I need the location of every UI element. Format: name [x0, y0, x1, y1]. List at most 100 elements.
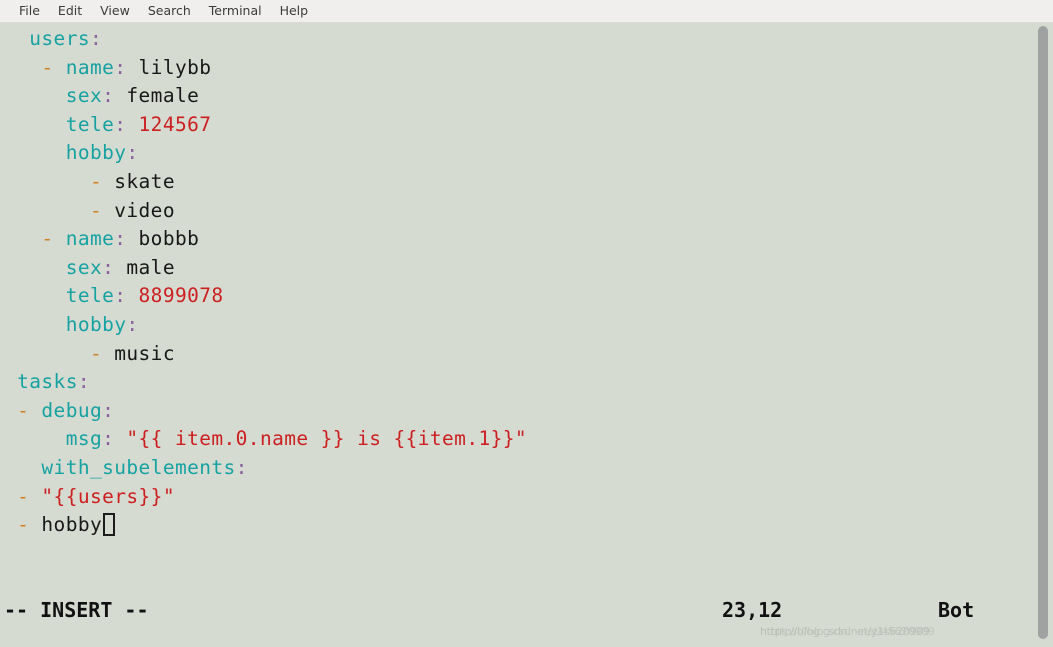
yaml-colon: :: [102, 427, 115, 451]
buffer-line[interactable]: tele: 124567: [0, 111, 1053, 140]
yaml-value: 124567: [126, 112, 212, 136]
yaml-key: tele: [65, 284, 115, 308]
yaml-colon: :: [126, 312, 139, 336]
buffer-line[interactable]: tele: 8899078: [0, 282, 1053, 311]
yaml-colon: :: [114, 55, 127, 79]
yaml-value: 8899078: [126, 284, 224, 308]
yaml-key: sex: [65, 84, 103, 108]
scrollbar-thumb[interactable]: [1038, 26, 1048, 639]
yaml-key: hobby: [65, 141, 127, 165]
yaml-colon: :: [235, 455, 248, 479]
list-dash: -: [89, 341, 115, 365]
yaml-value: "{{users}}": [41, 484, 175, 508]
buffer-line[interactable]: - name: lilybb: [0, 54, 1053, 83]
buffer-line[interactable]: sex: female: [0, 82, 1053, 111]
yaml-value: female: [114, 84, 200, 108]
yaml-value: "{{ item.0.name }} is {{item.1}}": [114, 427, 528, 451]
vim-buffer[interactable]: users: - name: lilybb sex: female tele: …: [0, 25, 1053, 540]
yaml-value: video: [114, 198, 175, 222]
list-dash: -: [17, 484, 42, 508]
buffer-line[interactable]: - skate: [0, 168, 1053, 197]
yaml-value: music: [114, 341, 175, 365]
buffer-line[interactable]: hobby:: [0, 139, 1053, 168]
list-dash: -: [17, 398, 42, 422]
buffer-line[interactable]: - "{{users}}": [0, 483, 1053, 512]
buffer-line[interactable]: tasks:: [0, 368, 1053, 397]
buffer-line[interactable]: users:: [0, 25, 1053, 54]
buffer-line[interactable]: hobby:: [0, 311, 1053, 340]
list-dash: -: [89, 198, 115, 222]
list-dash: -: [89, 169, 115, 193]
list-dash: -: [41, 55, 66, 79]
yaml-key: sex: [65, 255, 103, 279]
text-cursor: [103, 513, 116, 537]
scroll-position: Bot: [938, 598, 975, 622]
buffer-line[interactable]: - music: [0, 340, 1053, 369]
menu-bar: File Edit View Search Terminal Help: [0, 0, 1053, 23]
buffer-line[interactable]: - name: bobbb: [0, 225, 1053, 254]
list-dash: -: [17, 513, 42, 537]
yaml-key: msg: [65, 427, 103, 451]
yaml-colon: :: [114, 284, 127, 308]
yaml-key: hobby: [65, 312, 127, 336]
vim-mode-indicator: -- INSERT --: [4, 598, 149, 622]
menu-edit[interactable]: Edit: [49, 0, 91, 22]
menu-help[interactable]: Help: [271, 0, 318, 22]
watermark-text-b: https://blog.csdn.net/45620909: [770, 625, 935, 638]
yaml-colon: :: [114, 227, 127, 251]
yaml-key: debug: [41, 398, 103, 422]
yaml-colon: :: [89, 27, 103, 50]
yaml-key: name: [65, 55, 115, 79]
yaml-value: male: [114, 255, 175, 279]
list-dash: -: [41, 227, 66, 251]
vim-status-line: -- INSERT -- 23,12 Bot: [0, 598, 1053, 627]
cursor-position: 23,12: [722, 598, 783, 622]
yaml-key: users: [29, 27, 90, 50]
yaml-value: skate: [114, 169, 175, 193]
yaml-value: lilybb: [126, 55, 212, 79]
yaml-value: hobby: [41, 513, 103, 537]
terminal-window: File Edit View Search Terminal Help user…: [0, 0, 1053, 647]
terminal-screen[interactable]: users: - name: lilybb sex: female tele: …: [0, 23, 1053, 647]
buffer-line[interactable]: msg: "{{ item.0.name }} is {{item.1}}": [0, 425, 1053, 454]
menu-file[interactable]: File: [10, 0, 49, 22]
yaml-key: tasks: [17, 370, 78, 394]
buffer-line[interactable]: - hobby: [0, 511, 1053, 540]
yaml-value: bobbb: [126, 227, 200, 251]
yaml-key: with_subelements: [41, 455, 236, 479]
yaml-colon: :: [126, 141, 139, 165]
yaml-key: tele: [65, 112, 115, 136]
buffer-line[interactable]: - debug:: [0, 397, 1053, 426]
yaml-colon: :: [114, 112, 127, 136]
yaml-key: name: [65, 227, 115, 251]
scrollbar[interactable]: [1037, 23, 1049, 647]
yaml-colon: :: [77, 370, 90, 394]
buffer-line[interactable]: sex: male: [0, 254, 1053, 283]
yaml-colon: :: [102, 84, 115, 108]
buffer-line[interactable]: - video: [0, 197, 1053, 226]
yaml-colon: :: [102, 255, 115, 279]
menu-search[interactable]: Search: [139, 0, 200, 22]
yaml-colon: :: [102, 398, 115, 422]
menu-view[interactable]: View: [91, 0, 139, 22]
menu-terminal[interactable]: Terminal: [200, 0, 271, 22]
watermark: https://blog.csdn.net/y1s620909 https://…: [760, 625, 935, 638]
buffer-line[interactable]: with_subelements:: [0, 454, 1053, 483]
